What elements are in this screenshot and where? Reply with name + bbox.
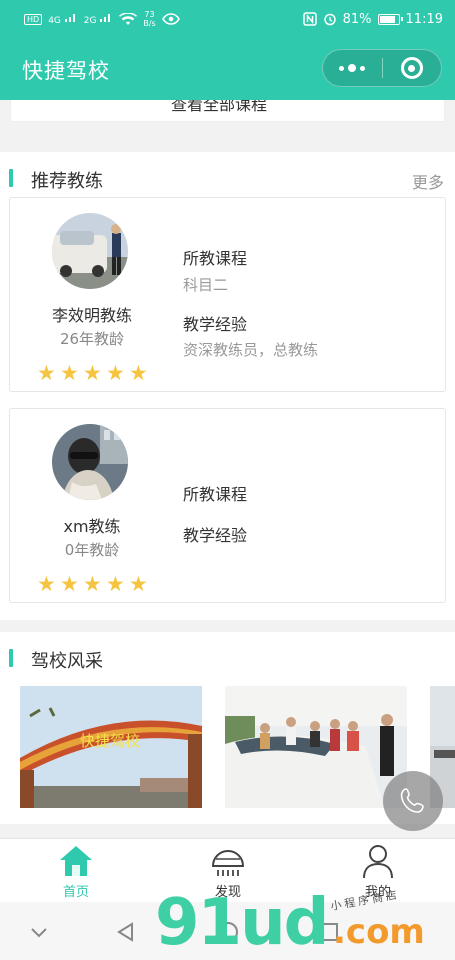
hd-indicator: HD xyxy=(24,13,43,25)
star-icon: ★ xyxy=(106,572,125,596)
discover-icon xyxy=(211,850,245,876)
tab-home-label: 首页 xyxy=(62,885,89,900)
call-button[interactable] xyxy=(383,771,443,831)
site-watermark: 91ud .com 小程序商店 xyxy=(155,888,445,958)
star-icon: ★ xyxy=(60,361,79,385)
star-icon: ★ xyxy=(129,361,148,385)
signal-icon-2 xyxy=(100,14,111,22)
status-bar: HD 4G 2G 73 B/s 81% 11:19 xyxy=(0,0,455,38)
alarm-icon xyxy=(323,13,336,26)
section-header: 驾校风采 xyxy=(0,632,455,676)
nfc-icon xyxy=(302,12,317,26)
clock-time: 11:19 xyxy=(405,11,443,27)
view-all-courses-label: 查看全部课程 xyxy=(171,100,268,114)
network-2g-indicator: 2G xyxy=(84,12,114,26)
more-menu-button[interactable] xyxy=(323,50,382,86)
arch-sign-text: 快捷驾校 xyxy=(80,732,140,750)
coach-avatar xyxy=(52,424,128,500)
experience-label: 教学经验 xyxy=(183,315,248,334)
coach-years: 0年教龄 xyxy=(64,541,120,559)
status-right: 81% 11:19 xyxy=(302,11,443,27)
hide-nav-chevron-icon[interactable] xyxy=(26,919,52,945)
star-icon: ★ xyxy=(37,572,56,596)
page-title: 快捷驾校 xyxy=(22,59,110,83)
watermark-domain-suffix: .com xyxy=(333,912,425,952)
star-icon: ★ xyxy=(83,361,102,385)
status-indicators: HD 4G 2G 73 B/s xyxy=(24,10,180,28)
watermark-logo-text: 91ud xyxy=(155,886,329,960)
more-dot-icon xyxy=(348,64,357,72)
star-icon: ★ xyxy=(83,572,102,596)
coach-card[interactable]: xm教练 0年教龄 ★ ★ ★ ★ ★ 所教课程 教学经验 xyxy=(9,408,446,603)
close-miniprogram-button[interactable] xyxy=(382,50,441,86)
title-bar: 快捷驾校 xyxy=(0,38,455,100)
network-4g-label: 4G xyxy=(48,16,61,26)
network-speed-value: 73 xyxy=(144,10,155,19)
students-car-image xyxy=(225,686,407,808)
watermark-tagline: 小程序商店 xyxy=(329,888,401,913)
section-header: 推荐教练 更多 xyxy=(0,152,455,196)
back-triangle-icon[interactable] xyxy=(113,919,139,945)
more-dot-icon xyxy=(360,65,366,71)
coach-name: xm教练 xyxy=(63,517,121,536)
coach-rating: ★ ★ ★ ★ ★ xyxy=(37,361,149,385)
target-circle-icon xyxy=(400,57,423,79)
battery-icon xyxy=(377,13,403,25)
more-coaches-link[interactable]: 更多 xyxy=(412,169,444,193)
view-all-courses-card[interactable]: 查看全部课程 xyxy=(10,100,445,122)
wifi-icon xyxy=(119,12,138,25)
home-icon xyxy=(60,846,92,876)
miniprogram-capsule xyxy=(322,49,442,87)
battery-percent: 81% xyxy=(342,11,372,27)
course-label: 所教课程 xyxy=(183,485,248,504)
star-icon: ★ xyxy=(106,361,125,385)
section-title: 推荐教练 xyxy=(31,171,103,192)
signal-icon xyxy=(64,14,75,22)
coach-rating: ★ ★ ★ ★ ★ xyxy=(37,572,149,596)
experience-label: 教学经验 xyxy=(183,526,248,545)
coach-avatar xyxy=(52,213,128,289)
school-gate-image: 快捷驾校 xyxy=(20,686,202,808)
network-speed: 73 B/s xyxy=(143,10,155,28)
coach-name: 李效明教练 xyxy=(51,306,132,325)
section-accent-bar xyxy=(9,169,13,187)
section-title: 驾校风采 xyxy=(31,651,103,672)
eye-icon xyxy=(161,13,180,25)
more-dot-icon xyxy=(339,65,345,71)
coach-card[interactable]: 李效明教练 26年教龄 ★ ★ ★ ★ ★ 所教课程 科目二 教学经验 资深教练… xyxy=(9,197,446,392)
star-icon: ★ xyxy=(37,361,56,385)
gallery-photo[interactable] xyxy=(225,686,407,808)
tab-home[interactable]: 首页 xyxy=(36,839,116,903)
experience-value: 资深教练员，总教练 xyxy=(183,341,319,359)
course-value: 科目二 xyxy=(183,276,229,294)
star-icon: ★ xyxy=(60,572,79,596)
gallery-photo[interactable]: 快捷驾校 xyxy=(20,686,202,808)
network-4g-indicator: 4G xyxy=(48,12,78,26)
coach-photo-image xyxy=(52,213,128,289)
section-accent-bar xyxy=(9,649,13,667)
recommended-coaches-section: 推荐教练 更多 李效明教练 26年教龄 ★ ★ ★ ★ ★ 所教课程 科目二 教… xyxy=(0,152,455,620)
course-label: 所教课程 xyxy=(183,249,248,268)
coach-photo-image xyxy=(52,424,128,500)
user-icon xyxy=(363,845,393,878)
network-speed-unit: B/s xyxy=(143,19,156,28)
network-2g-label: 2G xyxy=(83,16,97,26)
coach-years: 26年教龄 xyxy=(59,330,125,348)
phone-icon xyxy=(400,788,424,813)
star-icon: ★ xyxy=(129,572,148,596)
